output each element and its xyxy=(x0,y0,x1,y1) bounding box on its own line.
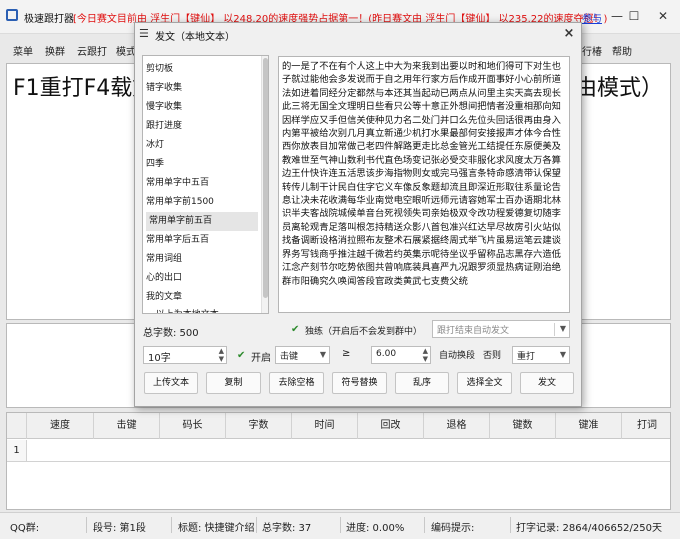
metric-select[interactable]: 击键 ▼ xyxy=(275,346,330,364)
shuffle-button[interactable]: 乱序 xyxy=(395,372,449,394)
row-number: 1 xyxy=(7,440,27,462)
col-keystroke[interactable]: 击键 xyxy=(94,413,160,439)
scrollbar-thumb[interactable] xyxy=(263,58,268,298)
menu-item-row-pile[interactable]: 行椿 xyxy=(582,43,602,58)
app-title: 极速跟打器 xyxy=(24,14,74,25)
status-divider xyxy=(86,517,87,533)
status-code-hint: 编码提示: xyxy=(431,523,475,534)
col-key-accuracy[interactable]: 键准 xyxy=(556,413,622,439)
list-item-progress[interactable]: 跟打进度 xyxy=(146,117,258,136)
word-count: 总字数: 500 xyxy=(143,328,199,339)
status-divider xyxy=(424,517,425,533)
join-link[interactable]: 参与 xyxy=(582,10,602,25)
status-segment: 段号: 第1段 xyxy=(93,523,146,534)
col-char-count[interactable]: 字数 xyxy=(226,413,292,439)
threshold-value: 6.00 xyxy=(376,349,397,359)
list-item-top-1500[interactable]: 常用单字前1500 xyxy=(146,193,258,212)
spin-arrows-icon[interactable]: ▲ ▼ xyxy=(219,347,224,363)
menu-item-menu[interactable]: 菜单 xyxy=(13,43,33,58)
status-divider xyxy=(171,517,172,533)
list-item-slow-chars[interactable]: 慢字收集 xyxy=(146,98,258,117)
list-item-top-500[interactable]: 常用单字前五百 xyxy=(146,212,258,231)
select-all-button[interactable]: 选择全文 xyxy=(457,372,512,394)
col-backspace[interactable]: 退格 xyxy=(424,413,490,439)
chevron-down-icon: ▼ xyxy=(319,350,326,359)
col-revisions[interactable]: 回改 xyxy=(358,413,424,439)
send-text-button[interactable]: 发文 xyxy=(520,372,574,394)
list-item-ice-lamp[interactable]: 冰灯 xyxy=(146,136,258,155)
status-divider xyxy=(510,517,511,533)
fallback-mode-select[interactable]: 重打 ▼ xyxy=(512,346,570,364)
menu-item-mode[interactable]: 模式 xyxy=(116,43,136,58)
status-total-chars: 总字数: 37 xyxy=(262,523,312,534)
list-item-common-phrases[interactable]: 常用词组 xyxy=(146,250,258,269)
text-source-list: 剪切板 错字收集 慢字收集 跟打进度 冰灯 四季 常用单字中五百 常用单字前15… xyxy=(142,55,269,314)
status-divider xyxy=(256,517,257,533)
segment-size-stepper[interactable]: 10字 ▲ ▼ xyxy=(143,346,227,364)
dialog-close-button[interactable]: × xyxy=(561,26,577,42)
grid-corner xyxy=(7,413,27,439)
select-divider xyxy=(554,323,555,336)
article-text: 的一是了不在有个人这上中大为来我到出要以时和地们得可下对生也子就过能他会多发说而… xyxy=(282,61,561,287)
col-code-length[interactable]: 码长 xyxy=(160,413,226,439)
list-item-clipboard[interactable]: 剪切板 xyxy=(146,60,258,79)
fallback-mode-value: 重打 xyxy=(517,352,536,362)
enable-label: 开启 xyxy=(251,353,271,364)
copy-button[interactable]: 复制 xyxy=(206,372,261,394)
menu-item-switch-group[interactable]: 换群 xyxy=(45,43,65,58)
list-item-mid-500[interactable]: 常用单字中五百 xyxy=(146,174,258,193)
list-item-local-divider: ---以上为本地文本--- xyxy=(146,306,258,313)
results-grid: 速度 击键 码长 字数 时间 回改 退格 键数 键准 打词 1 xyxy=(6,412,671,510)
chevron-down-icon: ▼ xyxy=(559,350,566,359)
article-text-box[interactable]: 的一是了不在有个人这上中大为来我到出要以时和地们得可下对生也子就过能他会多发说而… xyxy=(278,56,570,313)
threshold-stepper[interactable]: 6.00 ▲ ▼ xyxy=(371,346,431,364)
col-speed[interactable]: 速度 xyxy=(27,413,94,439)
solo-practice-checkbox[interactable]: ✔ xyxy=(291,325,301,335)
minimize-button[interactable]: — xyxy=(608,8,626,24)
status-progress: 进度: 0.00% xyxy=(346,523,405,534)
replace-symbols-button[interactable]: 符号替换 xyxy=(332,372,387,394)
auto-send-placeholder: 跟打结束自动发文 xyxy=(437,326,510,336)
col-word-typing[interactable]: 打词 xyxy=(622,413,670,439)
table-row[interactable] xyxy=(27,440,670,462)
enable-checkbox[interactable]: ✔ xyxy=(237,350,245,361)
status-divider xyxy=(340,517,341,533)
app-icon xyxy=(6,9,18,21)
list-item-last-500[interactable]: 常用单字后五百 xyxy=(146,231,258,250)
list-scrollbar[interactable] xyxy=(261,56,268,313)
close-button[interactable]: ✕ xyxy=(654,8,672,24)
list-item-my-articles[interactable]: 我的文章 xyxy=(146,288,258,307)
list-item-heart-exit[interactable]: 心的出口 xyxy=(146,269,258,288)
remove-spaces-button[interactable]: 去除空格 xyxy=(269,372,324,394)
segment-size-value: 10字 xyxy=(148,353,171,364)
menu-item-cloud[interactable]: 云跟打 xyxy=(77,43,107,58)
gte-symbol: ≥ xyxy=(342,348,351,359)
status-typing-record: 打字记录: 2864/406652/250天 xyxy=(516,523,662,534)
send-text-dialog: ☰ 发文（本地文本） × 剪切板 错字收集 慢字收集 跟打进度 冰灯 四季 常用… xyxy=(134,22,582,407)
status-title: 标题: 快捷键介绍 xyxy=(178,523,255,534)
col-key-count[interactable]: 键数 xyxy=(490,413,556,439)
dialog-title: 发文（本地文本） xyxy=(155,32,235,43)
spin-arrows-icon[interactable]: ▲ ▼ xyxy=(423,347,428,363)
status-qq-group: QQ群: xyxy=(10,523,40,534)
list-item-four-seasons[interactable]: 四季 xyxy=(146,155,258,174)
grid-header: 速度 击键 码长 字数 时间 回改 退格 键数 键准 打词 xyxy=(7,413,670,439)
maximize-button[interactable]: ☐ xyxy=(625,8,643,24)
menu-item-help[interactable]: 帮助 xyxy=(612,43,632,58)
reference-text-tail: 由模式） xyxy=(575,76,664,101)
solo-practice-label: 独练（开启后不会发到群中） xyxy=(305,327,423,337)
upload-text-button[interactable]: 上传文本 xyxy=(144,372,198,394)
else-label: 否则 xyxy=(483,351,502,361)
menu-icon: ☰ xyxy=(139,27,149,40)
list-item-error-chars[interactable]: 错字收集 xyxy=(146,79,258,98)
col-time[interactable]: 时间 xyxy=(292,413,358,439)
metric-select-value: 击键 xyxy=(280,352,299,362)
auto-send-select[interactable]: 跟打结束自动发文 ▼ xyxy=(432,320,570,338)
auto-change-label: 自动换段 xyxy=(439,351,476,361)
dialog-title-bar: ☰ 发文（本地文本） × xyxy=(135,23,581,45)
chevron-down-icon: ▼ xyxy=(559,324,566,333)
status-bar: QQ群: 段号: 第1段 标题: 快捷键介绍 总字数: 37 进度: 0.00%… xyxy=(0,512,680,539)
